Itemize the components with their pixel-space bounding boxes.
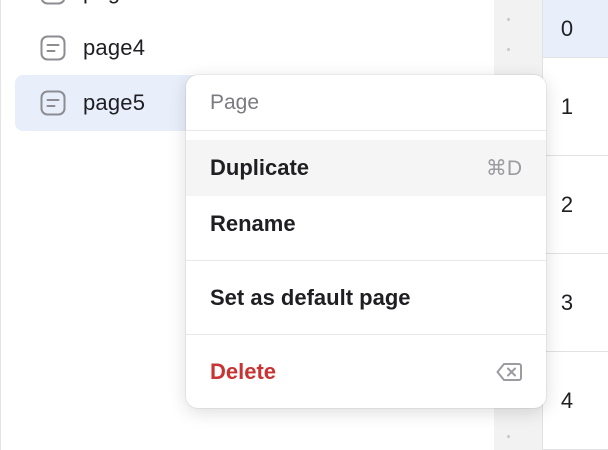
row-number[interactable]: 0 — [543, 0, 608, 58]
backspace-icon — [496, 362, 522, 382]
menu-divider — [186, 334, 546, 335]
grip-dot — [507, 435, 510, 438]
menu-header: Page — [186, 75, 546, 131]
page-context-menu: Page Duplicate ⌘D Rename Set as default … — [186, 75, 546, 408]
sidebar-item-page3[interactable]: page3 — [15, 0, 485, 20]
sidebar-item-page4[interactable]: page4 — [15, 20, 485, 76]
menu-item-label: Delete — [210, 359, 277, 384]
row-number-column: 0 1 2 3 4 — [542, 0, 608, 450]
row-number[interactable]: 2 — [543, 156, 608, 254]
sidebar-item-label: page3 — [83, 0, 145, 5]
page-icon — [39, 0, 67, 6]
menu-divider — [186, 260, 546, 261]
menu-item-label: Rename — [210, 211, 296, 236]
menu-item-label: Duplicate — [210, 155, 310, 180]
duplicate-menu-item[interactable]: Duplicate ⌘D — [186, 140, 546, 196]
shortcut-hint: ⌘D — [485, 156, 522, 180]
menu-item-label: Set as default page — [210, 285, 411, 310]
row-number[interactable]: 3 — [543, 254, 608, 352]
app-window: page3 page4 page5 — [0, 0, 608, 450]
page-icon — [39, 34, 67, 62]
page-icon — [39, 89, 67, 117]
sidebar-item-label: page5 — [83, 90, 146, 115]
grip-dot — [507, 18, 510, 21]
row-number[interactable]: 1 — [543, 58, 608, 156]
grip-dot — [507, 48, 510, 51]
set-default-page-menu-item[interactable]: Set as default page — [186, 270, 546, 326]
rename-menu-item[interactable]: Rename — [186, 196, 546, 252]
sidebar-item-label: page4 — [83, 35, 146, 60]
delete-menu-item[interactable]: Delete — [186, 344, 546, 400]
row-number[interactable]: 4 — [543, 352, 608, 450]
